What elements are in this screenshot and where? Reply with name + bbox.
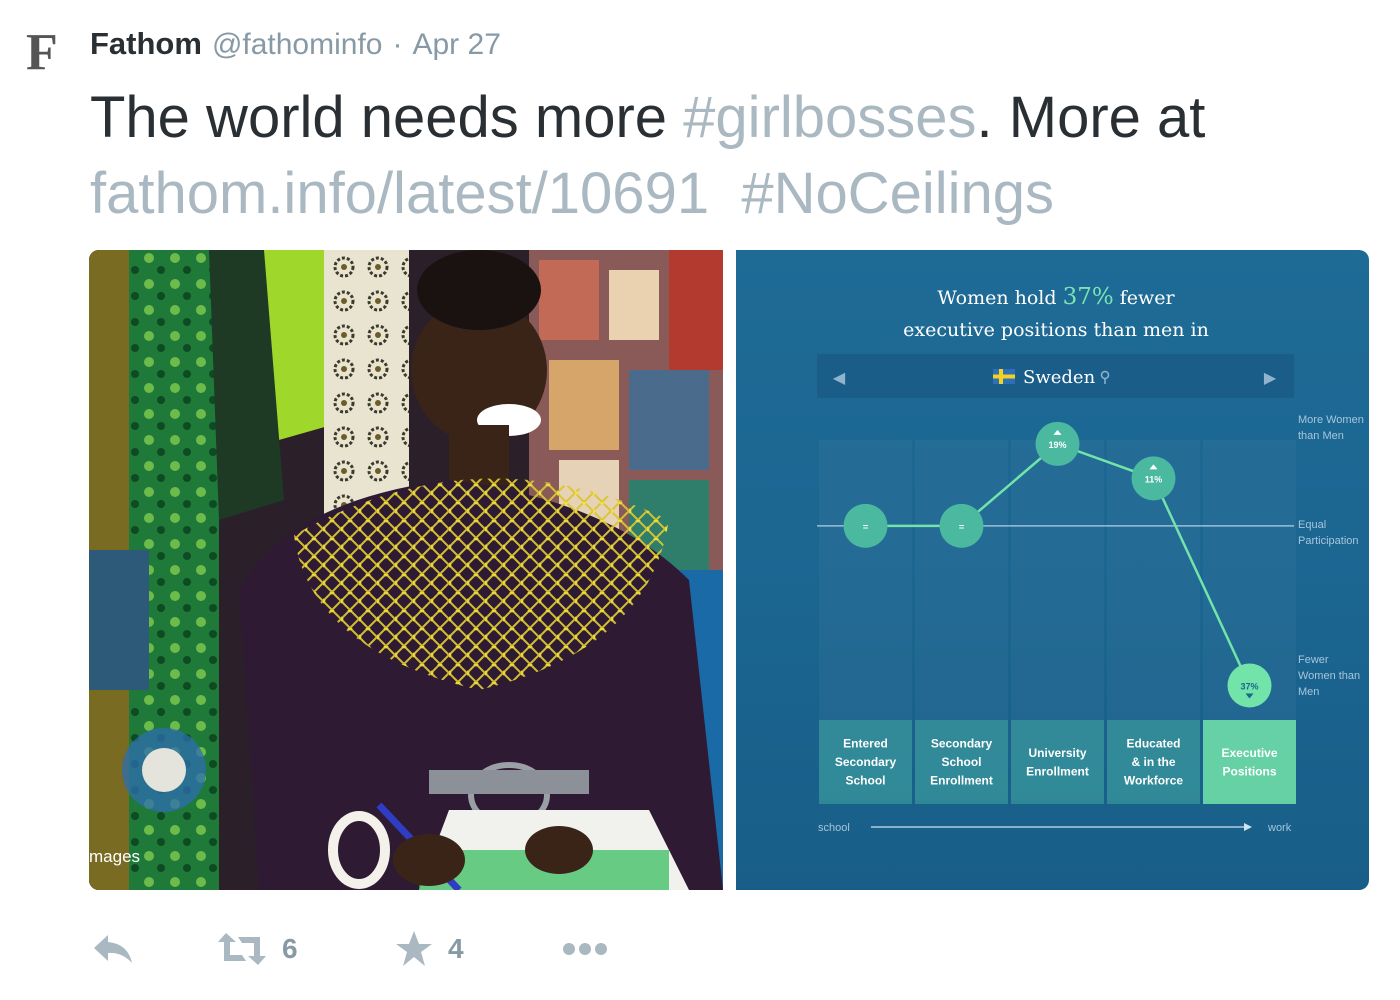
photo-illustration	[89, 250, 723, 890]
category-label: Executive	[1221, 746, 1277, 760]
category-box	[1011, 720, 1104, 804]
data-label: 19%	[1048, 440, 1066, 450]
category-label: School	[941, 755, 981, 769]
country-name: Sweden	[1023, 367, 1096, 388]
media-photo[interactable]: mages	[89, 250, 723, 890]
favorite-button[interactable]: 4	[394, 925, 464, 973]
category-label: Enrollment	[930, 774, 993, 788]
title-highlight: 37%	[1063, 284, 1114, 310]
more-button[interactable]	[560, 925, 610, 973]
data-node[interactable]: =	[939, 503, 984, 548]
label-fewer-2: Women than	[1298, 670, 1360, 682]
infographic-title-line2: executive positions than men in	[903, 319, 1209, 341]
data-label: =	[959, 522, 964, 532]
tweet-text: The world needs more #girlbosses. More a…	[90, 80, 1380, 232]
category-label: Workforce	[1124, 774, 1183, 788]
retweet-count: 6	[282, 933, 298, 964]
label-more-2: than Men	[1298, 430, 1344, 442]
category-label: Secondary	[931, 737, 993, 751]
category-label: University	[1028, 746, 1086, 760]
title-pre: Women hold	[937, 287, 1062, 309]
tweet-link[interactable]: fathom.info/latest/10691	[90, 161, 709, 226]
sweden-flag-icon	[993, 369, 1015, 384]
tweet-media: mages Women hold 37% fewer executive pos…	[89, 250, 1369, 890]
tweet-text-part1: The world needs more	[90, 85, 684, 150]
retweet-icon	[218, 933, 266, 965]
tweet-date[interactable]: Apr 27	[412, 28, 500, 62]
flow-start-label: school	[818, 822, 850, 834]
tweet-header: Fathom @fathominfo · Apr 27	[90, 26, 501, 62]
hashtag-noceilings[interactable]: #NoCeilings	[741, 161, 1054, 226]
label-fewer-3: Men	[1298, 686, 1319, 698]
tweet-actions: 6 4	[90, 925, 690, 973]
data-node[interactable]: 11%	[1131, 456, 1176, 501]
category-label: Positions	[1222, 764, 1276, 778]
category-label: & in the	[1132, 755, 1176, 769]
title-post: fewer	[1114, 287, 1176, 309]
data-label: 11%	[1145, 474, 1163, 484]
label-more-1: More Women	[1298, 414, 1364, 426]
category-label: Enrollment	[1026, 764, 1089, 778]
label-equal-2: Participation	[1298, 535, 1359, 547]
reply-button[interactable]	[90, 925, 136, 973]
author-handle[interactable]: @fathominfo	[212, 28, 383, 62]
infographic-title: Women hold 37% fewer	[937, 284, 1175, 310]
favorite-count: 4	[448, 933, 464, 964]
avatar[interactable]: F	[26, 27, 66, 79]
flow-arrowhead-icon	[1244, 823, 1252, 831]
prev-country-button[interactable]: ◀	[833, 370, 846, 387]
header-separator: ·	[392, 28, 403, 61]
photo-caption: mages	[89, 847, 141, 866]
label-fewer-1: Fewer	[1298, 654, 1329, 666]
author-name[interactable]: Fathom	[90, 26, 202, 62]
hashtag-girlbosses[interactable]: #girlbosses	[683, 85, 976, 150]
label-equal-1: Equal	[1298, 519, 1326, 531]
category-label: Entered	[843, 737, 888, 751]
axis-labels: More Women than Men Equal Participation …	[1298, 414, 1364, 698]
data-node[interactable]: 19%	[1035, 421, 1080, 466]
data-label: 37%	[1240, 681, 1258, 691]
data-label: =	[863, 522, 868, 532]
media-infographic[interactable]: Women hold 37% fewer executive positions…	[736, 250, 1369, 890]
infographic-chart: Women hold 37% fewer executive positions…	[817, 284, 1364, 834]
category-box	[1203, 720, 1296, 804]
category-label: Secondary	[835, 755, 897, 769]
star-icon	[396, 931, 432, 966]
more-dots-icon	[563, 943, 607, 955]
category-labels: Entered Secondary School Secondary School Enr…	[819, 720, 1296, 804]
tweet-text-part2: . More at	[976, 85, 1206, 150]
reply-icon	[94, 935, 132, 963]
data-node[interactable]: =	[843, 503, 888, 548]
category-label: School	[845, 774, 885, 788]
data-node[interactable]: 37%	[1227, 663, 1272, 708]
category-label: Educated	[1126, 737, 1180, 751]
flow-end-label: work	[1267, 822, 1292, 834]
next-country-button[interactable]: ▶	[1264, 370, 1277, 387]
retweet-button[interactable]: 6	[216, 925, 298, 973]
